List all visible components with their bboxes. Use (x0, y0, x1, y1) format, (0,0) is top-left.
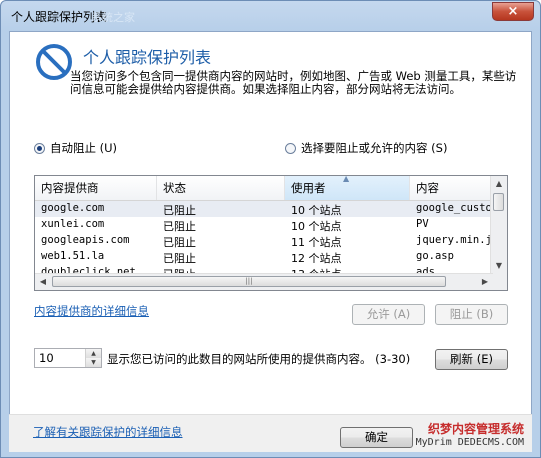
table-row[interactable]: web1.51.la 已阻止 12 个站点 go.asp (35, 249, 493, 265)
column-content[interactable]: 内容 (410, 176, 493, 200)
learn-more-link[interactable]: 了解有关跟踪保护的详细信息 (33, 424, 183, 440)
dialog-window: 个人跟踪保护列表 系统之家 × 个人跟踪保护列表 当您访问多个包含同一提供商内容… (0, 0, 541, 458)
radio-unchecked-icon (285, 142, 296, 154)
title-bar[interactable]: 个人跟踪保护列表 系统之家 × (1, 1, 540, 31)
dialog-content: 个人跟踪保护列表 当您访问多个包含同一提供商内容的网站时，例如地图、广告或 We… (9, 31, 532, 451)
provider-cell: google.com (41, 202, 105, 214)
watermark-line1: 织梦内容管理系统 (427, 422, 524, 436)
provider-cell: googleapis.com (41, 234, 130, 246)
sort-ascending-icon: ▲ (343, 175, 350, 183)
auto-block-radio[interactable]: 自动阻止 (U) (34, 140, 117, 156)
vertical-scrollbar[interactable]: ▲ ▼ (490, 176, 507, 274)
dialog-footer: 了解有关跟踪保护的详细信息 确定 织梦内容管理系统 MyDrim DEDECMS… (9, 414, 532, 452)
watermark: 织梦内容管理系统 MyDrim DEDECMS.COM (416, 420, 524, 448)
table-row[interactable]: googleapis.com 已阻止 11 个站点 jquery.min.js (35, 233, 493, 249)
refresh-button[interactable]: 刷新 (E) (435, 349, 508, 370)
column-used-by-label: 使用者 (291, 181, 326, 195)
choose-content-label: 选择要阻止或允许的内容 (S) (301, 141, 448, 155)
page-title: 个人跟踪保护列表 (83, 48, 212, 67)
provider-table: 内容提供商 状态 ▲ 使用者 内容 google.com 已阻止 10 个站点 … (34, 175, 508, 291)
ok-button[interactable]: 确定 (340, 427, 413, 448)
close-button[interactable]: × (492, 2, 534, 21)
content-cell: go.asp (416, 250, 454, 262)
threshold-label: 显示您已访问的此数目的网站所使用的提供商内容。 (3-30) (107, 352, 411, 366)
threshold-value[interactable]: 10 (39, 351, 54, 365)
column-status[interactable]: 状态 (157, 176, 285, 200)
stepper-buttons: ▲ ▼ (85, 349, 101, 367)
radio-checked-icon (34, 142, 45, 154)
threshold-stepper[interactable]: 10 ▲ ▼ (34, 348, 102, 368)
vertical-scroll-thumb[interactable] (493, 193, 504, 211)
stepper-up-icon[interactable]: ▲ (86, 349, 101, 358)
scroll-down-icon[interactable]: ▼ (492, 259, 506, 273)
column-provider[interactable]: 内容提供商 (35, 176, 157, 200)
scroll-right-icon[interactable]: ▶ (478, 275, 492, 289)
no-entry-icon (36, 44, 72, 80)
horizontal-scrollbar[interactable]: ◀ ||| ▶ (35, 273, 493, 290)
table-row[interactable]: xunlei.com 已阻止 10 个站点 PV (35, 217, 493, 233)
status-cell: 已阻止 (163, 236, 196, 249)
horizontal-scroll-thumb[interactable]: ||| (52, 276, 446, 287)
provider-cell: xunlei.com (41, 218, 105, 230)
content-cell: google_custom (416, 202, 493, 214)
used-by-cell: 10 个站点 (291, 220, 342, 233)
provider-details-link[interactable]: 内容提供商的详细信息 (34, 303, 149, 319)
choose-content-radio[interactable]: 选择要阻止或允许的内容 (S) (285, 140, 447, 156)
title-watermark: 系统之家 (91, 11, 135, 24)
column-used-by[interactable]: ▲ 使用者 (285, 176, 410, 200)
status-cell: 已阻止 (163, 204, 196, 217)
content-cell: PV (416, 218, 429, 230)
close-icon: × (507, 4, 519, 19)
content-cell: jquery.min.js (416, 234, 493, 246)
table-row[interactable]: google.com 已阻止 10 个站点 google_custom (35, 201, 493, 217)
used-by-cell: 11 个站点 (291, 236, 342, 249)
scroll-left-icon[interactable]: ◀ (36, 275, 50, 289)
table-header: 内容提供商 状态 ▲ 使用者 内容 (35, 176, 493, 201)
used-by-cell: 12 个站点 (291, 252, 342, 265)
provider-cell: web1.51.la (41, 250, 105, 262)
watermark-line2: MyDrim DEDECMS.COM (415, 437, 524, 448)
auto-block-label: 自动阻止 (U) (50, 141, 118, 155)
stepper-down-icon[interactable]: ▼ (86, 358, 101, 367)
status-cell: 已阻止 (163, 220, 196, 233)
used-by-cell: 10 个站点 (291, 204, 342, 217)
status-cell: 已阻止 (163, 252, 196, 265)
scrollbar-corner (491, 274, 507, 290)
block-button[interactable]: 阻止 (B) (435, 304, 508, 325)
allow-button[interactable]: 允许 (A) (352, 304, 425, 325)
page-description: 当您访问多个包含同一提供商内容的网站时，例如地图、广告或 Web 测量工具，某些… (70, 69, 517, 96)
scroll-up-icon[interactable]: ▲ (492, 177, 506, 191)
